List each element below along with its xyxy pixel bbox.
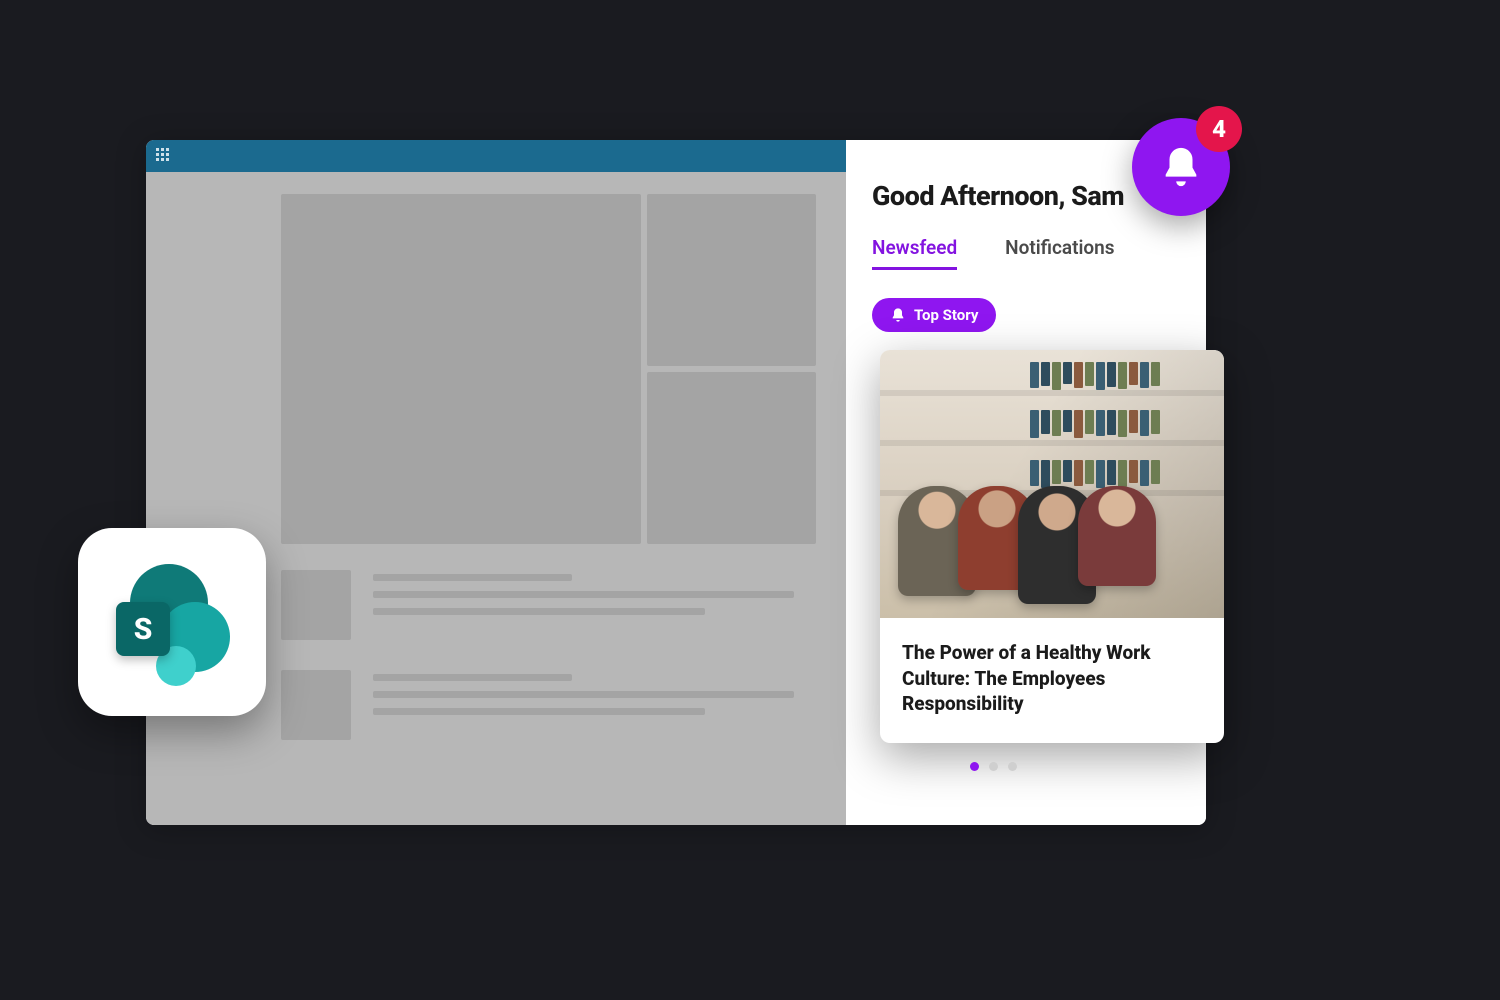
tab-notifications[interactable]: Notifications xyxy=(1005,236,1114,270)
pager-dot[interactable] xyxy=(989,762,998,771)
skeleton-block xyxy=(281,194,641,544)
skeleton-list-row xyxy=(281,570,816,640)
top-story-pill[interactable]: Top Story xyxy=(872,298,996,332)
skeleton-block xyxy=(647,372,816,544)
notification-count-badge: 4 xyxy=(1196,106,1242,152)
host-topbar xyxy=(146,140,846,172)
host-app-background xyxy=(146,140,846,825)
feed-tabs: Newsfeed Notifications xyxy=(872,236,1180,270)
tab-newsfeed[interactable]: Newsfeed xyxy=(872,236,957,270)
sharepoint-letter: S xyxy=(116,602,170,656)
story-image xyxy=(880,350,1224,618)
bell-icon xyxy=(1158,144,1204,190)
skeleton-list-row xyxy=(281,670,816,740)
pager-dot[interactable] xyxy=(970,762,979,771)
top-story-label: Top Story xyxy=(914,306,978,324)
story-title: The Power of a Healthy Work Culture: The… xyxy=(902,640,1202,717)
pager-dot[interactable] xyxy=(1008,762,1017,771)
bell-icon xyxy=(890,307,906,323)
sharepoint-app-chip[interactable]: S xyxy=(78,528,266,716)
sharepoint-icon: S xyxy=(112,562,232,682)
app-launcher-icon[interactable] xyxy=(156,148,172,164)
greeting-text: Good Afternoon, Sam xyxy=(872,180,1180,212)
notifications-button[interactable]: 4 xyxy=(1132,118,1230,216)
carousel-pager xyxy=(970,762,1017,771)
host-content-skeleton xyxy=(146,172,846,825)
skeleton-block xyxy=(647,194,816,366)
top-story-card[interactable]: The Power of a Healthy Work Culture: The… xyxy=(880,350,1224,743)
